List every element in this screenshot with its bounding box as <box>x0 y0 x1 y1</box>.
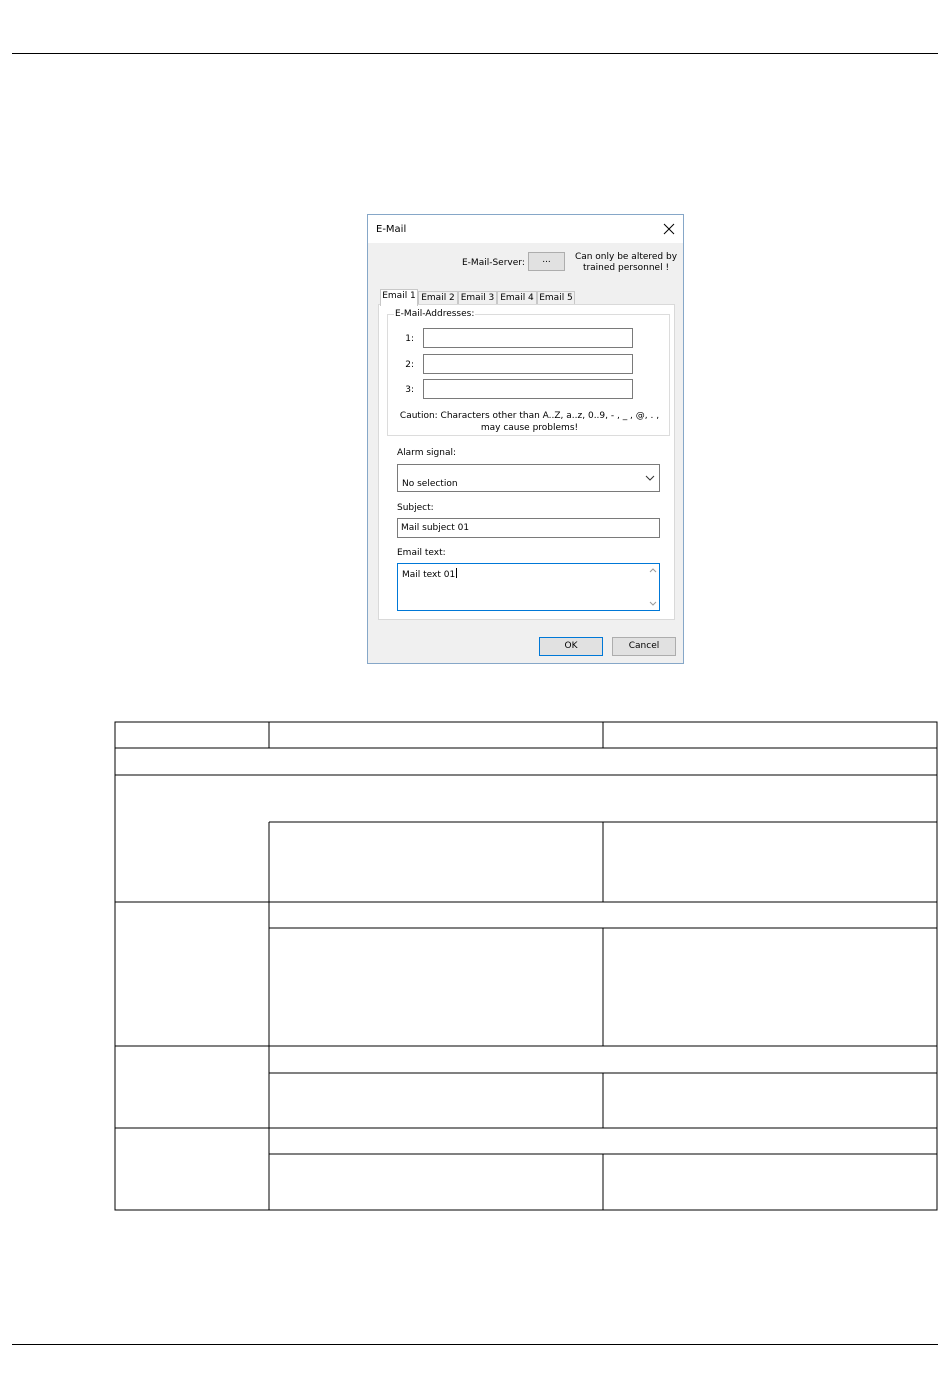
footer-rule <box>12 1344 938 1345</box>
empty-table-grid <box>114 721 938 1211</box>
tab-email-1[interactable]: Email 1 <box>380 289 418 306</box>
